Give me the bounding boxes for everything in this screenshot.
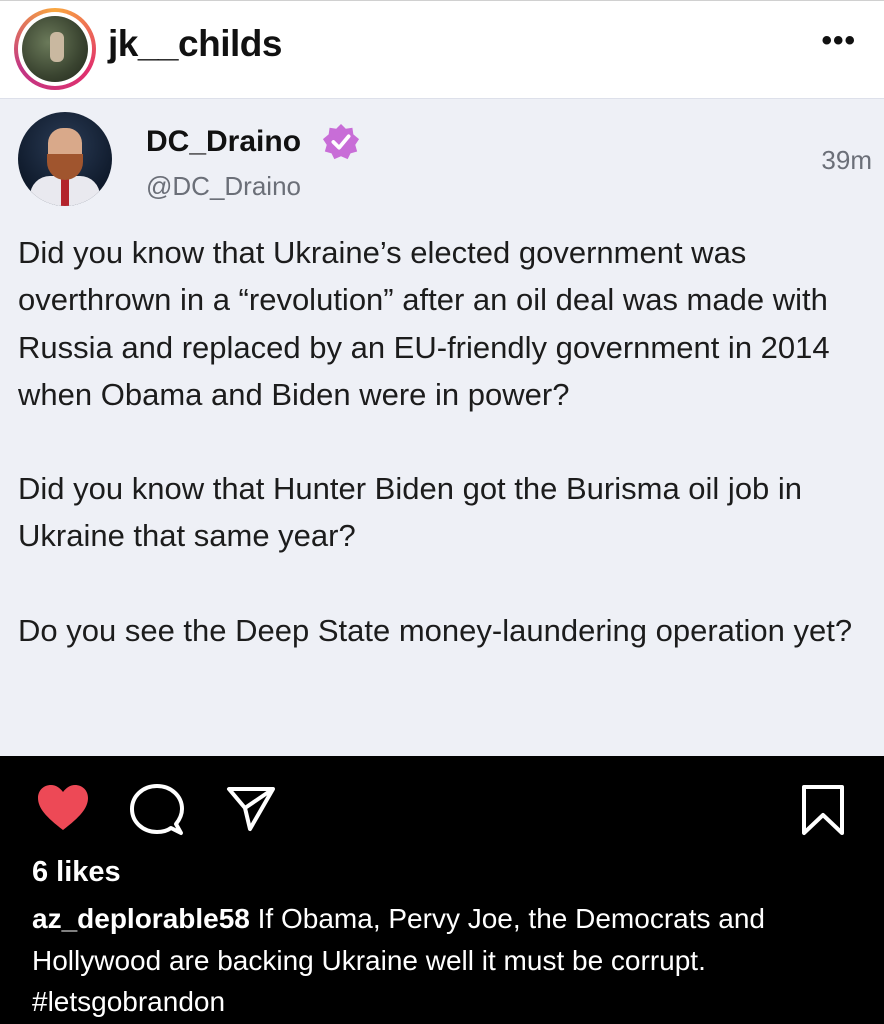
post-header: jk__childs ••• [0, 0, 884, 98]
tweet-body: Did you know that Ukraine’s elected gove… [18, 229, 874, 654]
avatar-frame [18, 12, 92, 86]
tweet-paragraph: Did you know that Ukraine’s elected gove… [18, 235, 830, 412]
post-caption: az_deplorable58 If Obama, Pervy Joe, the… [32, 898, 862, 1023]
avatar[interactable] [22, 16, 88, 82]
hashtag-link[interactable]: #letsgobrandon [32, 981, 862, 1023]
tweet-timestamp: 39m [821, 145, 872, 175]
send-icon[interactable] [226, 786, 276, 832]
verified-badge-icon [322, 123, 360, 160]
caption-username[interactable]: az_deplorable58 [32, 903, 250, 934]
post-footer: 6 likes az_deplorable58 If Obama, Pervy … [0, 756, 884, 1024]
tweet-paragraph: Do you see the Deep State money-launderi… [18, 612, 853, 648]
bookmark-icon[interactable] [800, 784, 846, 836]
post-username[interactable]: jk__childs [108, 23, 282, 65]
comment-icon[interactable] [130, 784, 184, 836]
tweet-paragraph: Did you know that Hunter Biden got the B… [18, 471, 803, 554]
tweet-display-name: DC_Draino [146, 125, 302, 158]
likes-count[interactable]: 6 likes [32, 856, 121, 889]
tweet-author-avatar [18, 112, 112, 206]
more-horizontal-icon[interactable]: ••• [821, 26, 856, 56]
heart-filled-icon[interactable] [36, 784, 90, 832]
embedded-tweet: DC_Draino @DC_Draino 39m Did you know th… [0, 98, 884, 756]
tweet-handle: @DC_Draino [146, 171, 301, 201]
story-ring[interactable] [14, 8, 96, 90]
